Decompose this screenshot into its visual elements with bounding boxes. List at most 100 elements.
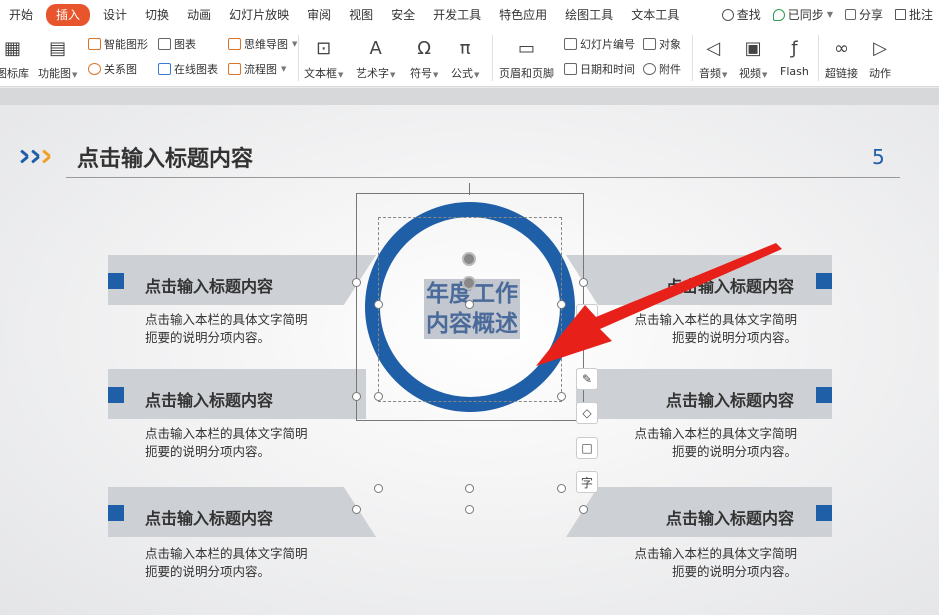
tab-home[interactable]: 开始 — [0, 4, 42, 26]
tab-security[interactable]: 安全 — [382, 4, 424, 26]
icon-library-label: 图标库 — [0, 67, 29, 80]
textbox-button[interactable]: ⊡ 文本框▼ — [304, 35, 343, 81]
cloud-sync-icon — [772, 8, 785, 21]
art-text-button[interactable]: A 艺术字▼ — [356, 35, 395, 81]
text-tool-icon: 字 — [580, 475, 593, 490]
tab-slideshow[interactable]: 幻灯片放映 — [220, 4, 298, 26]
tab-view[interactable]: 视图 — [340, 4, 382, 26]
tab-animation[interactable]: 动画 — [178, 4, 220, 26]
header-footer-button[interactable]: ▭ 页眉和页脚 — [499, 35, 554, 81]
resize-handle[interactable] — [579, 278, 588, 287]
resize-handle[interactable] — [352, 392, 361, 401]
item-title[interactable]: 点击输入标题内容 — [666, 387, 794, 411]
item-desc-line: 点击输入本栏的具体文字简明 — [634, 426, 797, 441]
fill-button[interactable]: ◇ — [576, 402, 598, 424]
item-desc-line: 点击输入本栏的具体文字简明 — [145, 312, 308, 327]
flash-button[interactable]: ƒ Flash — [780, 35, 809, 79]
object-icon — [643, 38, 656, 50]
item-title[interactable]: 点击输入标题内容 — [145, 387, 273, 411]
resize-handle[interactable] — [374, 300, 383, 309]
resize-handle[interactable] — [557, 392, 566, 401]
date-time-button[interactable]: 日期和时间 — [564, 61, 635, 77]
object-button[interactable]: 对象 — [643, 36, 681, 52]
tab-transition[interactable]: 切换 — [136, 4, 178, 26]
item-title[interactable]: 点击输入标题内容 — [145, 273, 273, 297]
online-chart-button[interactable]: 在线图表 — [158, 61, 218, 77]
tab-features[interactable]: 特色应用 — [490, 4, 556, 26]
item-description[interactable]: 点击输入本栏的具体文字简明 扼要的说明分项内容。 — [620, 425, 797, 461]
search-button[interactable]: 查找 — [716, 6, 767, 23]
comment-label: 批注 — [908, 8, 933, 22]
item-description[interactable]: 点击输入本栏的具体文字简明 扼要的说明分项内容。 — [620, 545, 797, 581]
tab-insert[interactable]: 插入 — [46, 3, 91, 26]
resize-handle[interactable] — [374, 484, 383, 493]
function-chart-button[interactable]: ▤ 功能图▼ — [38, 35, 77, 81]
bullet-square — [108, 273, 124, 289]
slide-number-button[interactable]: 幻灯片编号 — [564, 36, 635, 52]
link-icon: ∞ — [834, 37, 849, 59]
sync-button[interactable]: 已同步 ▼ — [767, 6, 839, 23]
resize-handle[interactable] — [579, 505, 588, 514]
title-chevron-icon — [18, 148, 51, 164]
resize-handle[interactable] — [557, 484, 566, 493]
divider — [692, 35, 693, 81]
center-text-line: 内容概述 — [424, 309, 520, 339]
comment-icon — [894, 9, 906, 20]
outline-style-button[interactable]: ✎ — [576, 368, 598, 390]
resize-handle[interactable] — [352, 505, 361, 514]
paint-bucket-icon: ◇ — [582, 406, 592, 420]
resize-handle[interactable] — [374, 392, 383, 401]
action-button[interactable]: ▷ 动作 — [867, 35, 893, 81]
bar-chart-icon — [158, 38, 171, 50]
audio-button[interactable]: ◁ 音频▼ — [699, 35, 727, 81]
date-time-label: 日期和时间 — [580, 63, 635, 76]
smart-art-button[interactable]: 智能图形 — [88, 36, 148, 52]
mind-map-button[interactable]: 思维导图 ▼ — [228, 36, 297, 52]
formula-button[interactable]: π 公式▼ — [451, 35, 479, 81]
comment-button[interactable]: 批注 — [889, 6, 939, 23]
rotate-handle[interactable] — [462, 276, 476, 290]
resize-handle[interactable] — [557, 300, 566, 309]
ribbon-toolbar: ▦ 图标库 ▤ 功能图▼ 智能图形 图表 思维导图 ▼ 关系图 在线图表 流程图… — [0, 29, 939, 87]
collapse-button[interactable]: ⊖ — [576, 304, 598, 326]
icon-library-button[interactable]: ▦ 图标库 — [0, 35, 29, 81]
item-description[interactable]: 点击输入本栏的具体文字简明 扼要的说明分项内容。 — [145, 425, 308, 461]
item-title[interactable]: 点击输入标题内容 — [666, 273, 794, 297]
share-button[interactable]: 分享 — [839, 6, 889, 23]
item-desc-line: 点击输入本栏的具体文字简明 — [145, 426, 308, 441]
flash-icon: ƒ — [791, 37, 798, 59]
chart-button[interactable]: 图表 — [158, 36, 196, 52]
flowchart-button[interactable]: 流程图 ▼ — [228, 61, 286, 77]
item-description[interactable]: 点击输入本栏的具体文字简明 扼要的说明分项内容。 — [620, 311, 797, 347]
text-tool-button[interactable]: 字 — [576, 471, 598, 493]
tab-developer[interactable]: 开发工具 — [424, 4, 490, 26]
item-description[interactable]: 点击输入本栏的具体文字简明 扼要的说明分项内容。 — [145, 311, 308, 347]
video-button[interactable]: ▣ 视频▼ — [739, 35, 767, 81]
resize-handle[interactable] — [352, 278, 361, 287]
resize-handle[interactable] — [465, 505, 474, 514]
item-desc-line: 扼要的说明分项内容。 — [671, 330, 797, 345]
relation-chart-button[interactable]: 关系图 — [88, 61, 137, 77]
chevron-down-icon: ▼ — [281, 65, 287, 73]
item-title[interactable]: 点击输入标题内容 — [145, 505, 273, 529]
tab-drawing-tools[interactable]: 绘图工具 — [556, 4, 622, 26]
calendar-icon — [564, 63, 577, 75]
slide-number-icon — [564, 38, 577, 50]
shape-outline-button[interactable]: □ — [576, 437, 598, 459]
resize-handle[interactable] — [465, 484, 474, 493]
tab-text-tools[interactable]: 文本工具 — [622, 4, 688, 26]
textbox-label: 文本框▼ — [304, 67, 344, 80]
hyperlink-button[interactable]: ∞ 超链接 — [825, 35, 858, 81]
item-title[interactable]: 点击输入标题内容 — [666, 505, 794, 529]
item-description[interactable]: 点击输入本栏的具体文字简明 扼要的说明分项内容。 — [145, 545, 308, 581]
rotate-handle[interactable] — [462, 252, 476, 266]
tab-review[interactable]: 审阅 — [298, 4, 340, 26]
slide-title[interactable]: 点击输入标题内容 — [77, 141, 253, 173]
tab-design[interactable]: 设计 — [94, 4, 136, 26]
attachment-button[interactable]: 附件 — [643, 61, 681, 77]
resize-handle[interactable] — [465, 300, 474, 309]
object-label: 对象 — [659, 38, 681, 51]
symbol-button[interactable]: Ω 符号▼ — [410, 35, 438, 81]
menu-bar: 开始 插入 设计 切换 动画 幻灯片放映 审阅 视图 安全 开发工具 特色应用 … — [0, 0, 939, 29]
relation-icon — [88, 63, 101, 75]
